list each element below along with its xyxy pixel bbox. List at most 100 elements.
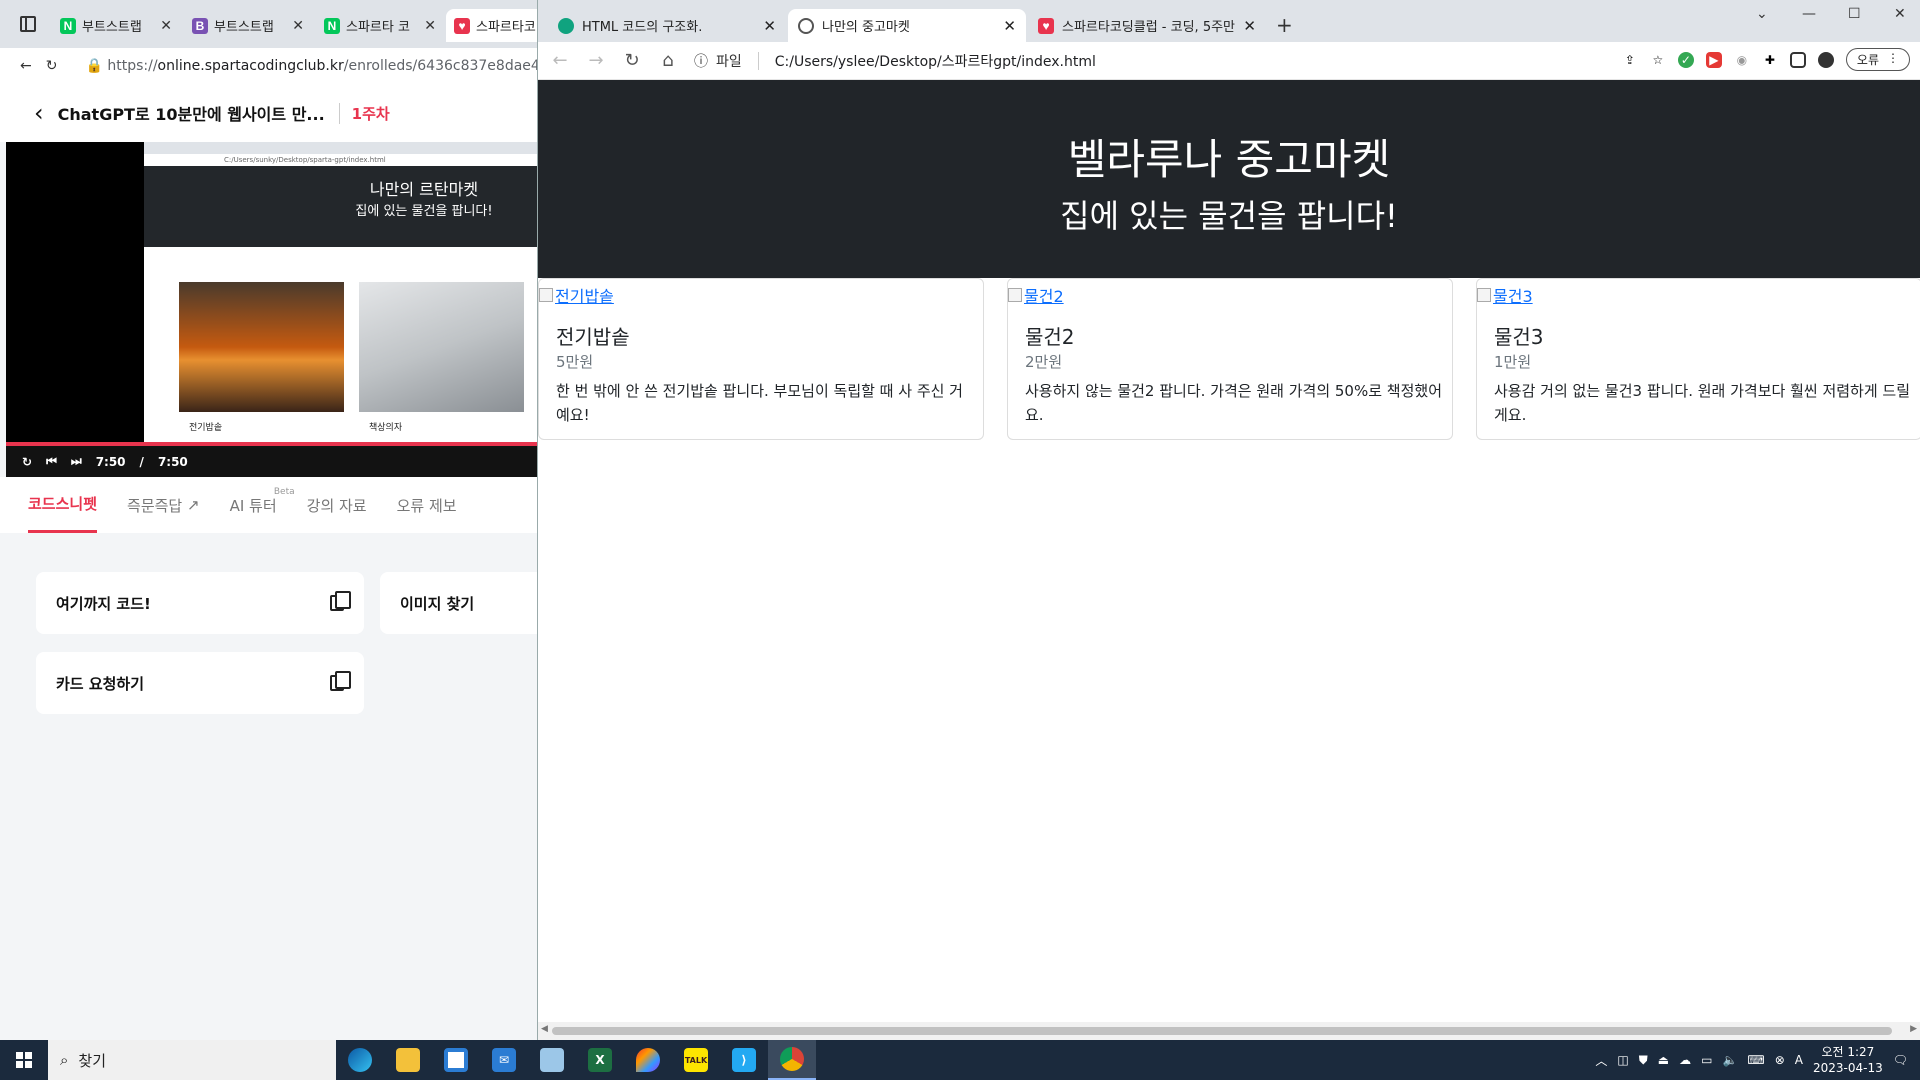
volume-icon[interactable]: 🔈 (1722, 1053, 1737, 1067)
url-field[interactable]: 🔒 https://online.spartacodingclub.kr/enr… (85, 58, 537, 74)
left-tab-1[interactable]: N 부트스트랩 ✕ (52, 9, 180, 42)
broken-image-link[interactable]: 전기밥솥 (539, 283, 614, 307)
heart-icon: ♥ (1038, 17, 1054, 34)
tab-materials[interactable]: 강의 자료 (307, 477, 367, 533)
site-info[interactable]: ⓘ 파일 (694, 51, 742, 71)
back-arrow-icon[interactable]: ← (550, 50, 570, 71)
scroll-left-arrow-icon[interactable]: ◀ (541, 1024, 548, 1034)
left-tab-4[interactable]: ♥ 스파르타코 (446, 9, 537, 42)
taskbar-excel[interactable]: X (576, 1040, 624, 1080)
store-icon (444, 1048, 468, 1072)
taskbar-file-explorer[interactable] (384, 1040, 432, 1080)
tab-ai-tutor[interactable]: AI 튜터 Beta (230, 477, 295, 533)
tab-label: 코드스니펫 (28, 495, 98, 513)
left-tab-3[interactable]: N 스파르타 코 ✕ (316, 9, 444, 42)
broken-image-link[interactable]: 물건3 (1477, 283, 1533, 307)
error-button[interactable]: 오류 ⋮ (1845, 48, 1910, 71)
close-icon[interactable]: ✕ (1003, 17, 1016, 35)
video-caption-1: 전기밥솥 (189, 423, 223, 433)
broken-image-link[interactable]: 물건2 (1008, 283, 1064, 307)
keyboard-icon[interactable]: ⌨ (1747, 1053, 1764, 1067)
left-tab-strip: N 부트스트랩 ✕ B 부트스트랩 ✕ N 스파르타 코 ✕ ♥ 스파르타코 (0, 0, 537, 48)
previous-icon[interactable]: ⏮ (46, 454, 57, 469)
back-chevron-icon[interactable]: ‹ (34, 99, 44, 127)
reload-icon[interactable]: ↻ (46, 58, 58, 74)
security-shield-icon[interactable]: ⛊ (1639, 1053, 1648, 1068)
record-extension-icon[interactable]: ▶ (1705, 51, 1722, 68)
close-icon[interactable]: ✕ (292, 18, 304, 34)
taskbar-edge[interactable] (336, 1040, 384, 1080)
home-icon[interactable]: ⌂ (658, 50, 678, 71)
back-arrow-icon[interactable]: ← (20, 58, 32, 74)
scroll-right-arrow-icon[interactable]: ▶ (1910, 1024, 1917, 1034)
share-icon[interactable]: ⇪ (1622, 52, 1638, 68)
close-icon[interactable]: ✕ (160, 18, 172, 34)
week-label[interactable]: 1주차 (338, 102, 390, 124)
replay-icon[interactable]: ↻ (22, 455, 32, 469)
edge-icon (348, 1048, 372, 1072)
taskbar-search[interactable]: ⌕ 찾기 (48, 1040, 336, 1080)
video-player[interactable]: C:/Users/sunky/Desktop/sparta-gpt/index.… (6, 142, 537, 477)
menu-dots-icon: ⋮ (1887, 51, 1899, 65)
taskbar-chrome[interactable] (768, 1040, 816, 1080)
chevron-up-icon[interactable]: ︿ (1595, 1052, 1607, 1069)
reload-icon[interactable]: ↻ (622, 50, 642, 71)
snippet-label: 카드 요청하기 (56, 674, 145, 693)
notification-icon[interactable]: 🗨 (1893, 1053, 1908, 1067)
external-link-icon: ↗ (187, 496, 200, 514)
clock-date: 2023-04-13 (1813, 1061, 1883, 1075)
right-tab-3[interactable]: ♥ 스파르타코딩클럽 - 코딩, 5주만 ✕ (1028, 9, 1266, 42)
tab-code-snippet[interactable]: 코드스니펫 (28, 477, 98, 533)
maximize-icon[interactable]: ☐ (1848, 6, 1861, 22)
extension-icon[interactable]: ◉ (1734, 52, 1750, 68)
side-panel-icon[interactable] (1789, 51, 1806, 68)
copy-icon[interactable] (330, 671, 351, 691)
taskbar-notepad[interactable] (528, 1040, 576, 1080)
snippet-card-code[interactable]: 여기까지 코드! (36, 572, 364, 634)
ime-indicator[interactable]: A (1795, 1053, 1803, 1067)
address-field[interactable]: C:/Users/yslee/Desktop/스파르타gpt/index.htm… (775, 51, 1096, 71)
camera-icon[interactable]: ◫ (1617, 1053, 1628, 1067)
close-circle-icon[interactable]: ⊗ (1775, 1053, 1785, 1067)
copy-icon[interactable] (330, 591, 351, 611)
right-tab-2[interactable]: 나만의 중고마켓 ✕ (788, 9, 1026, 42)
video-controls: ↻ ⏮ ⏭ 7:50 / 7:50 (6, 446, 537, 477)
horizontal-scrollbar[interactable]: ◀ ▶ (538, 1022, 1920, 1040)
minimize-icon[interactable]: — (1802, 6, 1816, 22)
taskbar-mail[interactable]: ✉ (480, 1040, 528, 1080)
clock[interactable]: 오전 1:27 2023-04-13 (1813, 1044, 1883, 1076)
taskbar-kakaotalk[interactable]: TALK (672, 1040, 720, 1080)
new-tab-icon[interactable]: + (1276, 13, 1293, 37)
naver-icon: N (324, 17, 340, 34)
cloud-icon[interactable]: ☁ (1679, 1053, 1691, 1067)
tab-report-error[interactable]: 오류 제보 (397, 477, 457, 533)
next-icon[interactable]: ⏭ (71, 454, 82, 469)
scrollbar-thumb[interactable] (552, 1027, 1892, 1035)
card-title: 물건3 (1494, 325, 1544, 349)
chevron-down-icon[interactable]: ⌄ (1756, 6, 1768, 22)
close-icon[interactable]: ✕ (1243, 17, 1256, 35)
bookmark-star-icon[interactable]: ☆ (1650, 52, 1666, 68)
usb-icon[interactable]: ⏏ (1658, 1053, 1669, 1067)
snippet-card-card[interactable]: 카드 요청하기 (36, 652, 364, 714)
taskbar-vscode[interactable]: ⟩ (720, 1040, 768, 1080)
left-tab-2[interactable]: B 부트스트랩 ✕ (184, 9, 312, 42)
close-icon[interactable]: ✕ (424, 18, 436, 34)
forward-arrow-icon[interactable]: → (586, 50, 606, 71)
snippet-card-image[interactable]: 이미지 찾기 (380, 572, 537, 634)
puzzle-icon[interactable]: ✚ (1762, 52, 1778, 68)
card-price: 1만원 (1494, 353, 1532, 371)
taskbar-store[interactable] (432, 1040, 480, 1080)
shield-extension-icon[interactable]: ✓ (1677, 51, 1694, 68)
tab-title: 스파르타코 (476, 20, 536, 35)
window-close-icon[interactable]: ✕ (1894, 6, 1906, 22)
taskbar-color-picker[interactable] (624, 1040, 672, 1080)
avatar[interactable] (1817, 51, 1834, 68)
tab-actions-icon[interactable] (20, 16, 36, 32)
network-icon[interactable]: ▭ (1701, 1053, 1712, 1067)
start-button[interactable] (0, 1040, 48, 1080)
time-total: 7:50 (157, 454, 188, 469)
close-icon[interactable]: ✕ (763, 17, 776, 35)
right-tab-1[interactable]: HTML 코드의 구조화. ✕ (548, 9, 786, 42)
tab-qna[interactable]: 즉문즉답 ↗ (127, 477, 200, 533)
